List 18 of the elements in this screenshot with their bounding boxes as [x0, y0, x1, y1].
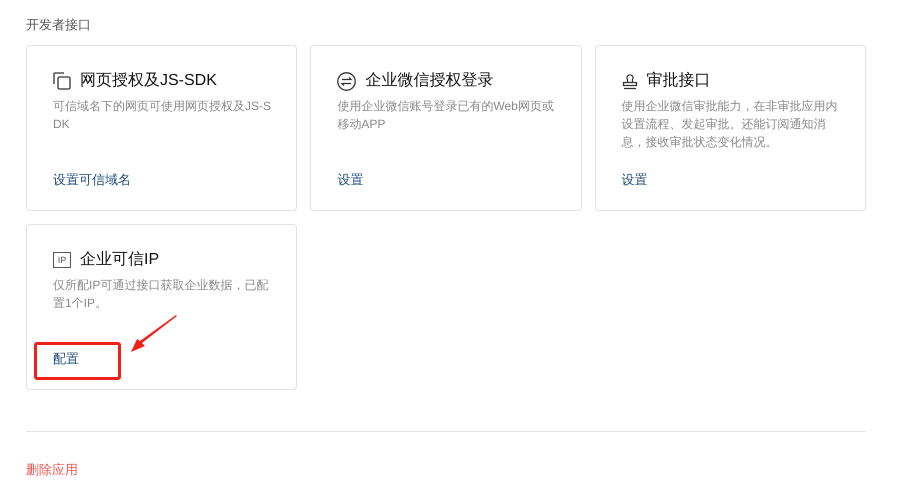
card-link[interactable]: 配置 — [53, 349, 79, 369]
overlapping-squares-icon — [53, 72, 71, 90]
card-link[interactable]: 设置 — [622, 170, 648, 190]
section-title: 开发者接口 — [26, 16, 91, 34]
card-description: 可信域名下的网页可使用网页授权及JS-SDK — [53, 98, 272, 133]
card-link[interactable]: 设置可信域名 — [53, 170, 131, 190]
stamp-icon — [622, 72, 638, 90]
card-title: 企业微信授权登录 — [365, 70, 494, 91]
annotation-arrow — [130, 315, 178, 353]
card-title: 网页授权及JS-SDK — [80, 71, 217, 91]
ip-icon: IP — [53, 252, 71, 268]
card-description: 使用企业微信账号登录已有的Web网页或移动APP — [337, 98, 555, 133]
card-title: 企业可信IP — [80, 250, 160, 270]
card-title: 审批接口 — [646, 70, 711, 91]
card-description: 使用企业微信审批能力，在非审批应用内设置流程、发起审批。还能订阅通知消息，接收审批状态变化情况。 — [622, 98, 839, 151]
exchange-arrows-icon — [337, 72, 356, 90]
card-description: 仅所配IP可通过接口获取企业数据，已配置1个IP。 — [53, 277, 270, 312]
card-link[interactable]: 设置 — [337, 170, 364, 190]
